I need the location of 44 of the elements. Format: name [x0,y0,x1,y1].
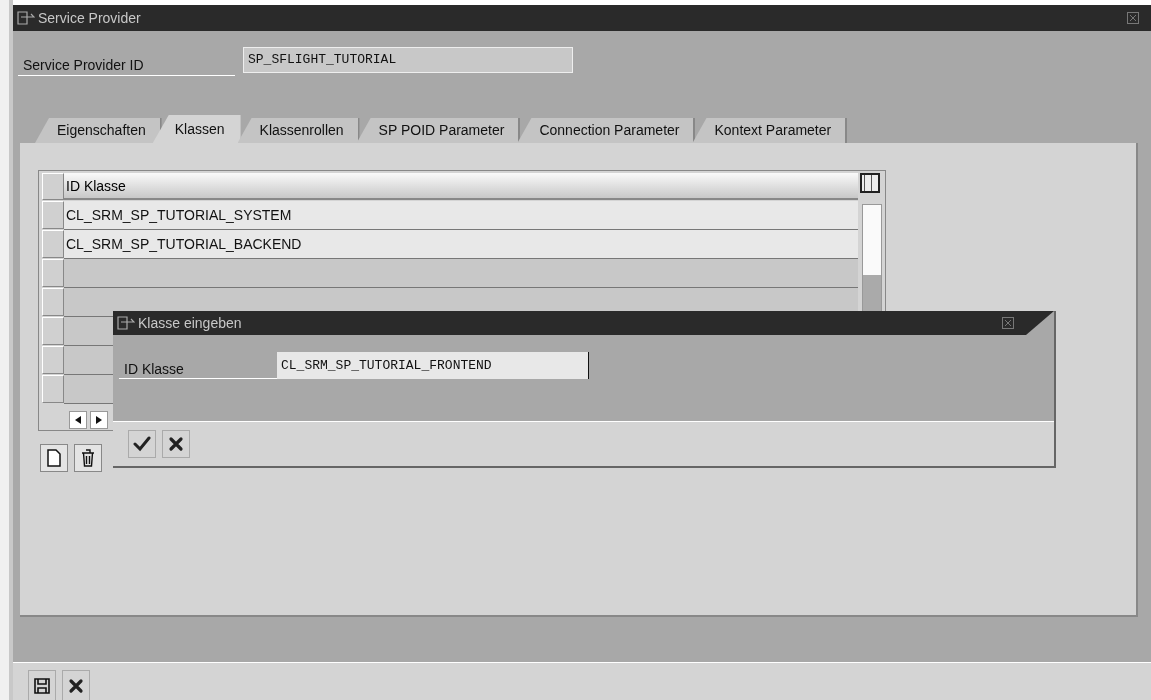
close-icon[interactable] [1002,317,1014,329]
window-title: Service Provider [38,8,141,28]
close-icon[interactable] [1127,12,1139,24]
table-cell[interactable] [64,259,858,288]
confirm-button[interactable] [128,430,156,458]
service-provider-id-field[interactable]: SP_SFLIGHT_TUTORIAL [243,47,573,73]
column-settings-icon[interactable] [860,173,880,193]
row-selector[interactable] [42,230,64,258]
left-arrow-icon [75,416,81,424]
trash-icon [81,449,95,467]
cancel-icon [168,436,184,452]
row-selector[interactable] [42,375,64,403]
row-selector[interactable] [42,317,64,345]
tab[interactable]: Klassen [152,115,241,143]
tab[interactable]: Kontext Parameter [692,118,848,143]
dialog-title: Klasse eingeben [138,313,242,333]
scroll-right-button[interactable] [90,411,108,429]
field-label: Service Provider ID [18,50,235,76]
right-arrow-icon [96,416,102,424]
cancel-icon [68,677,84,694]
dialog-icon [117,316,135,330]
class-id-input[interactable]: CL_SRM_SP_TUTORIAL_FRONTEND [277,352,589,379]
column-header[interactable]: ID Klasse [64,173,858,200]
row-selector[interactable] [42,173,64,200]
table-cell[interactable]: CL_SRM_SP_TUTORIAL_BACKEND [64,230,858,259]
delete-row-button[interactable] [74,444,102,472]
tab[interactable]: Connection Parameter [517,118,696,143]
cancel-button[interactable] [62,670,90,700]
window-icon [17,11,35,25]
scroll-left-button[interactable] [69,411,87,429]
document-icon [47,449,61,467]
row-selector[interactable] [42,259,64,287]
row-selector[interactable] [42,346,64,374]
checkmark-icon [133,436,151,452]
scrollbar-thumb[interactable] [863,205,881,275]
save-button[interactable] [28,670,56,700]
tab[interactable]: SP POID Parameter [356,118,521,143]
table-cell[interactable]: CL_SRM_SP_TUTORIAL_SYSTEM [64,201,858,230]
tab[interactable]: Eigenschaften [35,118,162,143]
row-selector[interactable] [42,288,64,316]
row-selector[interactable] [42,201,64,229]
new-row-button[interactable] [40,444,68,472]
cancel-button[interactable] [162,430,190,458]
tab[interactable]: Klassenrollen [237,118,360,143]
